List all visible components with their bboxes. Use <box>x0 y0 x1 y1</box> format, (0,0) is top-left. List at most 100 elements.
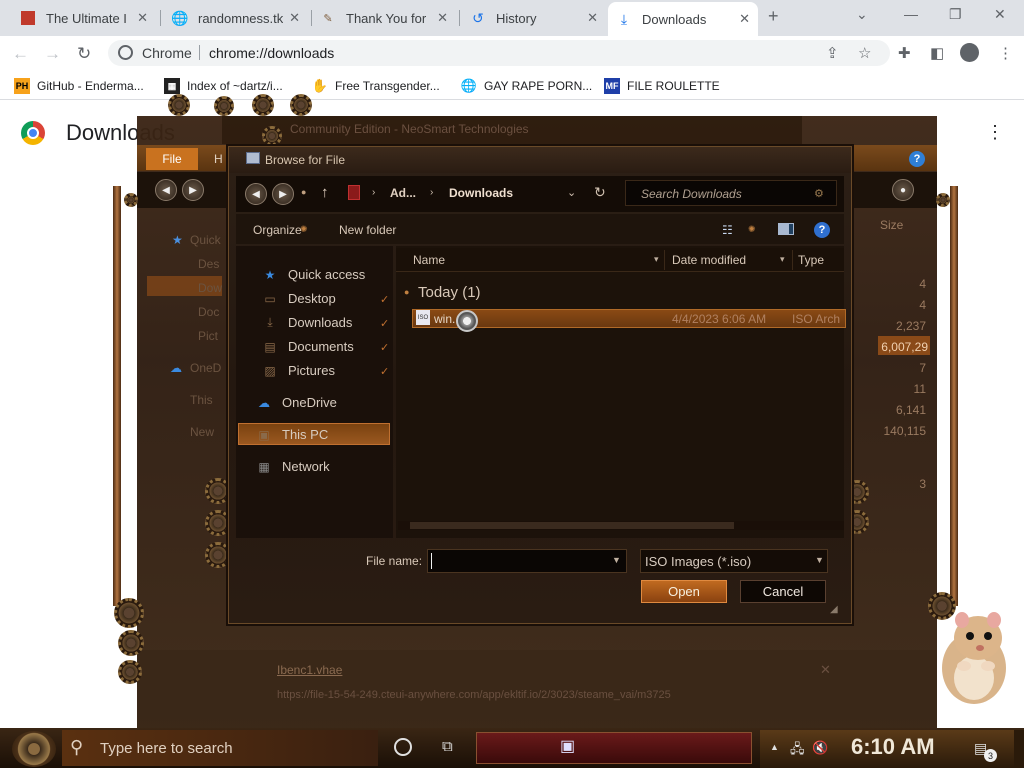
restore-icon[interactable]: ❐ <box>949 6 962 23</box>
nav-onedrive[interactable]: ☁ OneDrive <box>256 395 337 410</box>
nav-item[interactable]: Des <box>198 257 219 271</box>
sort-chevron-icon[interactable]: ▾ <box>780 254 785 265</box>
forward-icon[interactable]: ▶ <box>182 179 204 201</box>
scrollbar-thumb[interactable] <box>410 522 734 529</box>
tab-history[interactable]: ↺ History ✕ <box>462 4 606 32</box>
reload-icon[interactable]: ↻ <box>77 44 91 64</box>
cortana-icon[interactable] <box>394 738 412 756</box>
start-button[interactable] <box>12 731 56 767</box>
tab-ultimate[interactable]: The Ultimate I ✕ <box>12 4 156 32</box>
pin-icon[interactable]: ✓ <box>380 317 389 330</box>
nav-quick-access[interactable]: ★ Quick access <box>262 267 366 282</box>
tab-downloads[interactable]: ⤓ Downloads ✕ <box>608 2 758 36</box>
recent-locations-icon[interactable]: ● <box>301 187 306 197</box>
clock[interactable]: 6:10 AM <box>851 734 935 760</box>
nav-documents[interactable]: ▤ Documents <box>262 339 353 354</box>
search-icon[interactable]: ● <box>892 179 914 201</box>
back-icon[interactable]: ◀ <box>155 179 177 201</box>
column-divider[interactable] <box>792 250 793 270</box>
download-link[interactable]: Ibenc1.vhae <box>277 663 342 677</box>
menu-icon[interactable]: ⋮ <box>998 44 1013 62</box>
forward-icon[interactable]: → <box>44 44 61 64</box>
home-tab[interactable]: H <box>214 152 223 166</box>
extensions-icon[interactable]: ✚ <box>898 44 911 62</box>
bookmark-star-icon[interactable]: ☆ <box>858 44 871 62</box>
refresh-icon[interactable]: ↻ <box>594 184 606 201</box>
profile-avatar[interactable] <box>960 43 979 62</box>
chevron-down-icon[interactable]: ▼ <box>612 555 621 565</box>
nav-pictures[interactable]: ▨ Pictures <box>262 363 335 378</box>
minimize-icon[interactable]: — <box>904 6 918 22</box>
new-folder-button[interactable]: New folder <box>339 223 396 237</box>
column-date-modified[interactable]: Date modified <box>672 253 746 267</box>
bookmark-free[interactable]: ✋ Free Transgender... <box>312 78 440 94</box>
group-collapse-icon[interactable]: ● <box>404 287 409 297</box>
file-name-input[interactable] <box>427 549 627 573</box>
side-panel-icon[interactable]: ◧ <box>930 44 944 62</box>
group-header-today[interactable]: Today (1) <box>418 284 481 301</box>
help-icon[interactable]: ? <box>909 151 925 167</box>
search-icon[interactable]: ⚙ <box>814 187 824 200</box>
file-tab[interactable]: File <box>146 148 198 170</box>
up-arrow-icon[interactable]: ↑ <box>321 184 329 201</box>
size-column-header[interactable]: Size <box>880 218 903 232</box>
tab-search-icon[interactable]: ⌄ <box>856 6 868 23</box>
nav-item[interactable]: This <box>190 393 213 407</box>
breadcrumb-current[interactable]: Downloads <box>449 186 513 200</box>
open-button[interactable]: Open <box>641 580 727 603</box>
show-desktop-button[interactable] <box>1014 730 1024 768</box>
more-options-icon[interactable]: ⋮ <box>986 122 1004 143</box>
nav-item[interactable]: Pict <box>198 329 218 343</box>
bookmark-globe[interactable]: 🌐 GAY RAPE PORN... <box>461 78 592 94</box>
close-tab-icon[interactable]: ✕ <box>437 10 448 26</box>
cancel-button[interactable]: Cancel <box>740 580 826 603</box>
column-divider[interactable] <box>664 250 665 270</box>
close-window-icon[interactable]: ✕ <box>994 6 1006 23</box>
breadcrumb-parent[interactable]: Ad... <box>390 186 416 200</box>
column-type[interactable]: Type <box>798 253 824 267</box>
pin-icon[interactable]: ✓ <box>380 341 389 354</box>
chevron-down-icon[interactable]: ▼ <box>815 555 824 565</box>
nav-item[interactable]: New <box>190 425 214 439</box>
pin-icon[interactable]: ✓ <box>380 293 389 306</box>
resize-grip-icon[interactable]: ◢ <box>830 604 838 615</box>
task-view-icon[interactable]: ⧉ <box>442 738 453 755</box>
new-tab-button[interactable]: + <box>768 6 779 27</box>
omnibox-url[interactable]: chrome://downloads <box>209 45 334 61</box>
share-icon[interactable]: ⇪ <box>826 44 839 62</box>
close-tab-icon[interactable]: ✕ <box>289 10 300 26</box>
network-icon[interactable]: 🖧 <box>790 740 805 762</box>
view-options-icon[interactable]: ☷ <box>722 223 733 237</box>
nav-desktop[interactable]: ▭ Desktop <box>262 291 335 306</box>
running-app-icon[interactable]: ▣ <box>560 736 575 756</box>
remove-download-icon[interactable]: ✕ <box>820 662 831 678</box>
pin-icon[interactable]: ✓ <box>380 365 389 378</box>
nav-network[interactable]: ▦ Network <box>256 459 329 474</box>
nav-this-pc[interactable]: ▣ This PC <box>256 427 328 442</box>
tab-thank-you[interactable]: ✎ Thank You for ✕ <box>312 4 456 32</box>
forward-icon[interactable]: ▶ <box>272 183 294 205</box>
column-name[interactable]: Name <box>413 253 445 267</box>
tab-randomness[interactable]: 🌐 randomness.tk ✕ <box>164 4 308 32</box>
preview-pane-icon[interactable] <box>778 223 794 235</box>
back-icon[interactable]: ◀ <box>245 183 267 205</box>
dropdown-gear-icon[interactable]: ✺ <box>748 224 756 235</box>
close-tab-icon[interactable]: ✕ <box>587 10 598 26</box>
nav-item[interactable]: Doc <box>198 305 219 319</box>
nav-downloads[interactable]: ⤓ Downloads <box>262 315 352 330</box>
organize-button[interactable]: Organize <box>253 223 302 237</box>
nav-item[interactable]: Quick <box>190 233 221 247</box>
bookmark-github[interactable]: PH GitHub - Enderma... <box>14 78 144 94</box>
nav-item[interactable]: Dow <box>198 281 222 295</box>
bookmark-index[interactable]: ▦ Index of ~dartz/i... <box>164 78 283 94</box>
sort-chevron-icon[interactable]: ▾ <box>654 254 659 265</box>
volume-muted-icon[interactable]: 🔇 <box>812 740 828 756</box>
back-icon[interactable]: ← <box>12 44 29 64</box>
close-tab-icon[interactable]: ✕ <box>739 11 750 27</box>
chevron-down-icon[interactable]: ⌄ <box>567 186 576 199</box>
bookmark-file-roulette[interactable]: MF FILE ROULETTE <box>604 78 720 94</box>
close-tab-icon[interactable]: ✕ <box>137 10 148 26</box>
show-hidden-icons[interactable]: ▲ <box>770 742 779 752</box>
nav-item[interactable]: OneD <box>190 361 221 375</box>
help-icon[interactable]: ? <box>814 222 830 238</box>
